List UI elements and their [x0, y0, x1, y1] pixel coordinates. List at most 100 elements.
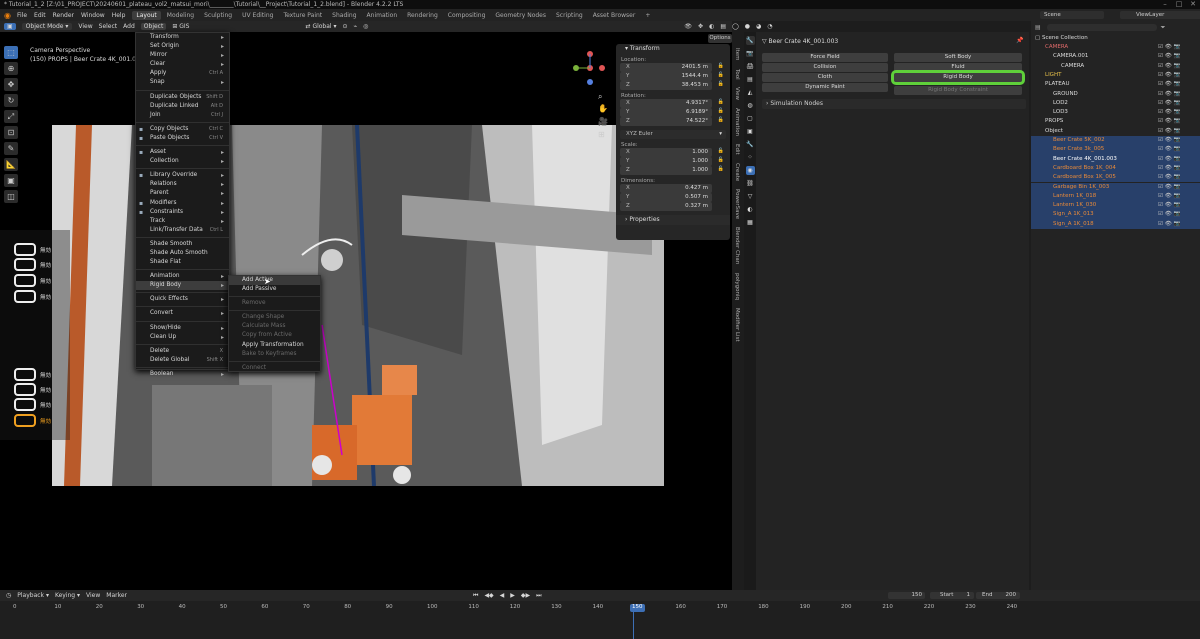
gis-icon[interactable]: ⊞ GIS: [172, 23, 189, 30]
outliner-row[interactable]: Beer Crate 3k_005 ☑👁📷: [1031, 145, 1200, 155]
playhead-line[interactable]: [633, 612, 634, 639]
location-x-field[interactable]: X 2401.5 m: [620, 63, 712, 72]
object-menu-item-rigid-body[interactable]: Rigid Body ▸: [136, 281, 229, 291]
object-menu-item-shade-flat[interactable]: Shade Flat: [136, 258, 229, 267]
menu-select[interactable]: Select: [99, 23, 118, 30]
filter-icon[interactable]: ⏷: [1161, 24, 1166, 32]
object-menu-item-shade-auto-smooth[interactable]: Shade Auto Smooth: [136, 249, 229, 258]
outliner-search-input[interactable]: [1046, 24, 1157, 31]
lock-icon[interactable]: 🔓: [718, 108, 724, 114]
sidebar-tab-animation[interactable]: Animation: [734, 108, 740, 136]
playback-menu[interactable]: Playback ▾: [17, 592, 49, 599]
outliner-row[interactable]: CAMERA ☑👁📷: [1031, 43, 1200, 52]
shading-wireframe-icon[interactable]: ◯: [732, 23, 739, 30]
physics-properties-icon[interactable]: ◉: [745, 166, 755, 175]
object-menu-item-transform[interactable]: Transform ▸: [136, 33, 229, 42]
visibility-toggles-icon[interactable]: ☑👁📷: [1158, 220, 1183, 229]
dynamic-paint-button[interactable]: Dynamic Paint: [762, 83, 888, 92]
tab-animation[interactable]: Animation: [363, 11, 402, 20]
object-menu-item-show-hide[interactable]: Show/Hide ▸: [136, 324, 229, 333]
object-menu-item-duplicate-objects[interactable]: Duplicate Objects Shift D: [136, 93, 229, 102]
scene-selector[interactable]: Scene: [1040, 11, 1104, 19]
pan-icon[interactable]: ✋: [598, 104, 608, 113]
world-properties-icon[interactable]: ◍: [746, 101, 755, 110]
blender-logo-icon[interactable]: ◉: [4, 11, 11, 20]
rigid-body-menu-item-apply-transformation[interactable]: Apply Transformation: [229, 341, 320, 350]
menu-view[interactable]: View: [78, 23, 92, 30]
sidebar-tab-powersave[interactable]: PowerSave: [734, 189, 740, 219]
lock-icon[interactable]: 🔓: [718, 157, 724, 163]
scale-y-field[interactable]: Y 1.000: [620, 157, 712, 166]
outliner-row[interactable]: Cardboard Box 1K_004 ☑👁📷: [1031, 163, 1200, 174]
play-icon[interactable]: ▶: [510, 592, 515, 599]
pivot-icon[interactable]: ⊙: [343, 23, 348, 30]
end-frame-field[interactable]: End 200: [976, 592, 1020, 599]
rigid-body-button[interactable]: Rigid Body: [891, 70, 1025, 85]
view-layer-selector[interactable]: ViewLayer: [1120, 11, 1200, 19]
object-menu-item-convert[interactable]: Convert ▸: [136, 309, 229, 318]
object-menu-item-library-override[interactable]: ▪ Library Override ▸: [136, 171, 229, 180]
cloth-button[interactable]: Cloth: [762, 73, 888, 82]
menu-render[interactable]: Render: [53, 12, 74, 19]
outliner-row[interactable]: PROPS ☑👁📷: [1031, 117, 1200, 126]
outliner-row[interactable]: Beer Crate 5K_002 ☑👁📷: [1031, 136, 1200, 146]
jump-keyframe-back-icon[interactable]: ◀◆: [484, 592, 493, 599]
visibility-toggles-icon[interactable]: ☑👁📷: [1158, 136, 1183, 145]
rigid-body-constraint-button[interactable]: Rigid Body Constraint: [894, 86, 1022, 95]
object-menu-item-mirror[interactable]: Mirror ▸: [136, 51, 229, 60]
outliner-row[interactable]: Garbage Bin 1K_003 ☑👁📷: [1031, 182, 1200, 192]
visibility-toggles-icon[interactable]: ☑👁📷: [1158, 201, 1183, 210]
pin-icon[interactable]: 📌: [1016, 37, 1023, 44]
constraints-icon[interactable]: ⛓: [746, 179, 755, 188]
annotate-tool-icon[interactable]: ✎: [4, 142, 18, 155]
jump-end-icon[interactable]: ⏭: [536, 592, 541, 600]
lock-icon[interactable]: 🔓: [718, 81, 724, 87]
shading-rendered-icon[interactable]: ◔: [767, 23, 772, 30]
menu-object[interactable]: Object: [140, 23, 167, 30]
sidebar-tab-item[interactable]: Item: [734, 48, 740, 61]
tab-shading[interactable]: Shading: [328, 11, 360, 20]
sidebar-tab-edit[interactable]: Edit: [734, 144, 740, 155]
xray-icon[interactable]: ▤: [720, 23, 726, 30]
tab-uv-editing[interactable]: UV Editing: [238, 11, 277, 20]
visibility-toggles-icon[interactable]: ☑👁📷: [1158, 155, 1183, 164]
visibility-toggles-icon[interactable]: ☑👁📷: [1158, 80, 1183, 89]
dimension-x-field[interactable]: X 0.427 m: [620, 184, 712, 193]
tab-sculpting[interactable]: Sculpting: [200, 11, 236, 20]
object-menu-item-animation[interactable]: Animation ▸: [136, 272, 229, 281]
location-z-field[interactable]: Z 38.453 m: [620, 81, 712, 90]
keying-menu[interactable]: Keying ▾: [55, 592, 80, 599]
render-properties-icon[interactable]: 📷: [746, 49, 755, 58]
collision-button[interactable]: Collision: [762, 63, 888, 72]
visibility-icon[interactable]: 👁: [684, 23, 692, 30]
lock-icon[interactable]: 🔓: [718, 99, 724, 105]
object-menu-item-copy-objects[interactable]: ▪ Copy Objects Ctrl C: [136, 125, 229, 134]
menu-help[interactable]: Help: [112, 12, 126, 19]
object-menu-item-delete-global[interactable]: Delete Global Shift X: [136, 356, 229, 365]
gizmo-icon[interactable]: ✥: [698, 23, 703, 30]
modifier-properties-icon[interactable]: 🔧: [746, 140, 755, 149]
camera-view-icon[interactable]: 🎥: [598, 117, 608, 126]
outliner-row[interactable]: CAMERA ☑👁📷: [1031, 62, 1200, 71]
visibility-toggles-icon[interactable]: ☑👁📷: [1158, 99, 1183, 108]
navigation-gizmo[interactable]: [568, 48, 608, 88]
current-frame-field[interactable]: 150: [888, 592, 925, 599]
rotation-z-field[interactable]: Z 74.522°: [620, 117, 712, 126]
tab-compositing[interactable]: Compositing: [444, 11, 490, 20]
menu-edit[interactable]: Edit: [34, 12, 46, 19]
tool-properties-icon[interactable]: 🔧: [745, 36, 755, 45]
overlay-icon[interactable]: ◐: [709, 23, 714, 30]
scale-x-field[interactable]: X 1.000: [620, 148, 712, 157]
visibility-toggles-icon[interactable]: ☑👁📷: [1158, 173, 1183, 182]
menu-file[interactable]: File: [17, 12, 27, 19]
outliner-row[interactable]: Sign_A 1K_013 ☑👁📷: [1031, 210, 1200, 220]
sidebar-tab-tool[interactable]: Tool: [734, 69, 740, 80]
object-menu-item-relations[interactable]: Relations ▸: [136, 180, 229, 189]
sidebar-tab-modifier-list[interactable]: Modifier List: [734, 308, 740, 342]
visibility-toggles-icon[interactable]: ☑👁📷: [1158, 52, 1183, 61]
start-frame-field[interactable]: Start 1: [930, 592, 974, 599]
visibility-toggles-icon[interactable]: ☑👁📷: [1158, 192, 1183, 201]
visibility-toggles-icon[interactable]: ☑👁📷: [1158, 117, 1183, 126]
visibility-toggles-icon[interactable]: ☑👁📷: [1158, 145, 1183, 154]
lock-icon[interactable]: 🔓: [718, 63, 724, 69]
